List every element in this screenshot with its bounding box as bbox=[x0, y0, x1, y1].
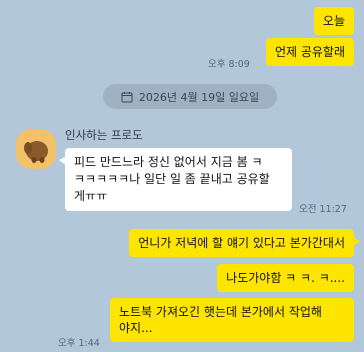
date-text: 2026년 4월 19일 일요일 bbox=[138, 90, 260, 104]
incoming-message-bubble[interactable]: 피드 만드느라 정신 없어서 지금 봄 ㅋ ㅋㅋㅋㅋㅋ나 일단 일 좀 끝내고 … bbox=[59, 148, 292, 211]
message-line: 게ㅠㅠ bbox=[74, 189, 108, 203]
message-text: 나도가야함 ㅋ ㅋ. ㅋ.... bbox=[226, 271, 345, 285]
my-message-bubble[interactable]: 노트북 가져오긴 햇는데 본가에서 작업해 야지... bbox=[110, 298, 354, 342]
message-line: ㅋㅋㅋㅋㅋ나 일단 일 좀 끝내고 공유할 bbox=[74, 172, 270, 186]
message-line: 피드 만드느라 정신 없어서 지금 봄 ㅋ bbox=[74, 155, 263, 169]
message-timestamp: 오후 1:44 bbox=[58, 338, 100, 349]
sender-name: 인사하는 프로도 bbox=[65, 128, 143, 142]
my-message-bubble[interactable]: 언제 공유할래 bbox=[265, 38, 354, 66]
message-line: 노트북 가져오긴 햇는데 본가에서 작업해 bbox=[119, 305, 322, 319]
message-line: 야지... bbox=[119, 321, 153, 335]
message-timestamp: 오전 11:27 bbox=[299, 204, 347, 215]
message-text: 언제 공유할래 bbox=[274, 45, 345, 59]
my-message-bubble[interactable]: 나도가야함 ㅋ ㅋ. ㅋ.... bbox=[217, 264, 354, 292]
sender-avatar[interactable] bbox=[16, 129, 56, 169]
message-timestamp: 오후 8:09 bbox=[208, 59, 250, 70]
message-text: 오늘 bbox=[322, 14, 345, 28]
frodo-character-avatar bbox=[16, 129, 56, 169]
my-message-bubble[interactable]: 오늘 bbox=[313, 7, 354, 35]
calendar-icon bbox=[121, 91, 133, 102]
my-message-bubble[interactable]: 언니가 저녁에 할 얘기 있다고 본가간대서 bbox=[129, 229, 360, 257]
message-text: 언니가 저녁에 할 얘기 있다고 본가간대서 bbox=[138, 236, 345, 250]
date-divider: 2026년 4월 19일 일요일 bbox=[103, 84, 277, 109]
